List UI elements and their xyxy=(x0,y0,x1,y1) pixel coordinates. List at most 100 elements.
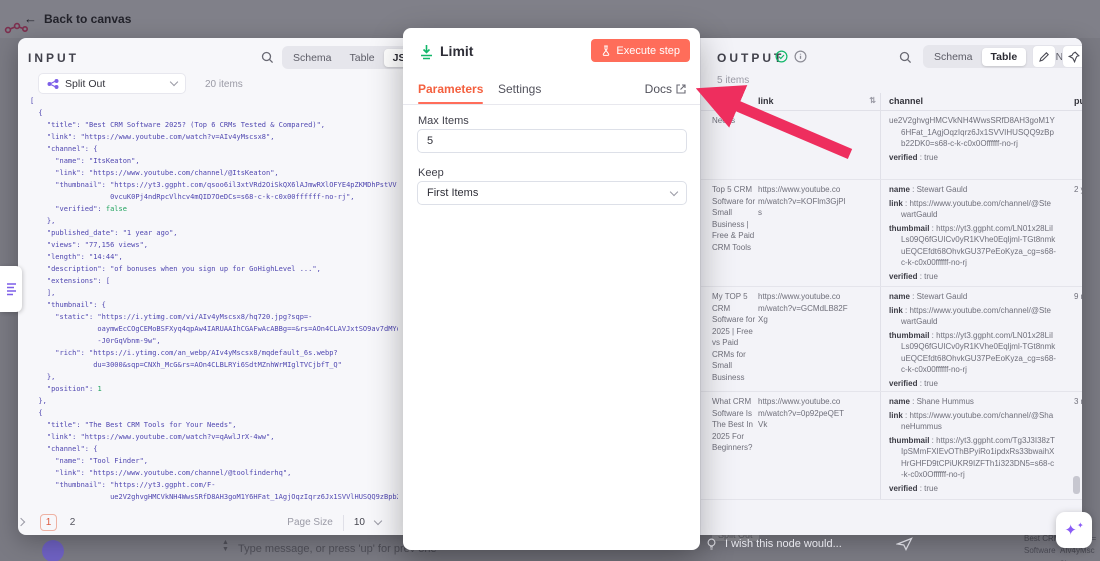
page-1-button[interactable]: 1 xyxy=(40,514,57,531)
cell-link xyxy=(758,111,853,179)
ai-assistant-button[interactable]: ✦✦ xyxy=(1056,512,1092,548)
cell-spacer xyxy=(853,180,880,286)
chevron-down-icon[interactable] xyxy=(374,517,382,525)
output-search-icon[interactable] xyxy=(899,51,912,69)
next-page-icon[interactable] xyxy=(17,518,25,526)
output-tab-table[interactable]: Table xyxy=(982,48,1027,66)
flask-icon xyxy=(601,45,611,56)
cell-spacer xyxy=(853,287,880,391)
json-line: "name": "ItsKeaton", xyxy=(30,155,398,167)
cell-published: 2 y xyxy=(1062,180,1082,286)
input-panel-title: INPUT xyxy=(28,51,79,65)
input-search-icon[interactable] xyxy=(261,51,274,69)
json-line: du=3000&sqp=CNXh_McG&rs=AOn4CLBLRYi6SdtM… xyxy=(30,359,398,371)
page-size-value[interactable]: 10 xyxy=(354,517,365,528)
cell-spacer xyxy=(853,392,880,499)
tab-settings[interactable]: Settings xyxy=(498,82,541,96)
wish-placeholder[interactable]: I wish this node would... xyxy=(725,538,842,550)
column-header-link[interactable]: link xyxy=(758,93,853,110)
info-icon[interactable] xyxy=(794,50,807,68)
json-line: "views": "77,156 views", xyxy=(30,239,398,251)
json-line: }, xyxy=(30,215,398,227)
column-header-published[interactable]: pub xyxy=(1062,93,1082,110)
json-line: }, xyxy=(30,395,398,407)
json-code[interactable]: [ { "title": "Best CRM Software 2025? (T… xyxy=(30,95,398,507)
json-line: -J0rGqVbnm-9w", xyxy=(30,335,398,347)
json-line: "verified": false xyxy=(30,203,398,215)
cell-channel: name : Stewart Gauldlink : https://www.y… xyxy=(880,180,1062,286)
keep-select[interactable]: First Items xyxy=(417,181,687,205)
json-line: "name": "Tool Finder", xyxy=(30,455,398,467)
json-line: "position": 1 xyxy=(30,383,398,395)
cell-link: https://www.youtube.com/watch?v=0p92peQE… xyxy=(758,392,853,499)
external-link-icon xyxy=(676,84,686,94)
json-line: "channel": { xyxy=(30,143,398,155)
json-line: 0vcuK0Pj4ndRpcVlhcv4mQID7OeDCs=s68-c-k-c… xyxy=(30,191,398,203)
cell-published: 9 m xyxy=(1062,287,1082,391)
json-line: "link": "https://www.youtube.com/watch?v… xyxy=(30,431,398,443)
output-scrollbar-thumb[interactable] xyxy=(1073,476,1080,494)
column-header-channel[interactable]: channel xyxy=(880,93,1062,110)
table-row[interactable]: Top 5 CRM Software for Small Business | … xyxy=(701,180,1082,287)
input-source-select[interactable]: Split Out xyxy=(38,73,186,94)
list-icon xyxy=(6,282,17,296)
node-wish-bar[interactable]: I wish this node would... xyxy=(706,537,913,551)
table-row[interactable]: Needs ue2V2ghvgHMCVkNH4WwsSRfD8AH3goM1Y6H… xyxy=(701,111,1082,180)
divider xyxy=(343,515,344,531)
output-panel: OUTPUT Schema Table JSON xyxy=(700,38,1082,535)
keep-label: Keep xyxy=(418,167,444,179)
json-line: "channel": { xyxy=(30,443,398,455)
input-pagination: 1 2 Page Size 10 xyxy=(18,512,403,535)
max-items-input[interactable] xyxy=(417,129,687,153)
background-chat-avatar xyxy=(42,540,64,561)
back-arrow-icon: ← xyxy=(24,11,37,26)
cell-title: Top 5 CRM Software for Small Business | … xyxy=(712,180,758,286)
execute-step-label: Execute step xyxy=(616,45,680,57)
page-2-button[interactable]: 2 xyxy=(64,514,81,531)
json-line: "length": "14:44", xyxy=(30,251,398,263)
sort-icon[interactable]: ⇅ xyxy=(853,93,880,110)
json-line: [ xyxy=(30,95,398,107)
tab-parameters[interactable]: Parameters xyxy=(418,82,483,96)
back-to-canvas-button[interactable]: ← Back to canvas xyxy=(24,11,131,26)
output-tab-schema[interactable]: Schema xyxy=(925,48,982,66)
docs-label: Docs xyxy=(645,82,672,96)
cell-channel: name : Stewart Gauldlink : https://www.y… xyxy=(880,287,1062,391)
cell-link: https://www.youtube.com/watch?v=GCMdLB82… xyxy=(758,287,853,391)
json-line: "rich": "https://i.ytimg.com/an_webp/AIv… xyxy=(30,347,398,359)
execute-step-button[interactable]: Execute step xyxy=(591,39,690,62)
table-row[interactable]: What CRM Software Is The Best In 2025 Fo… xyxy=(701,392,1082,500)
input-items-count: 20 items xyxy=(205,79,243,90)
input-tab-schema[interactable]: Schema xyxy=(284,49,341,67)
json-line: "thumbnail": "https://yt3.ggpht.com/qsoo… xyxy=(30,179,398,191)
limit-node-icon xyxy=(418,43,435,65)
limit-node-modal: Limit Execute step Parameters Settings D… xyxy=(403,28,700,550)
cell-title: Needs xyxy=(712,111,758,179)
json-line: }, xyxy=(30,371,398,383)
column-header-title[interactable]: title xyxy=(712,93,758,110)
json-line: "static": "https://i.ytimg.com/vi/AIv4yM… xyxy=(30,311,398,323)
split-out-node-icon xyxy=(47,78,59,90)
send-icon[interactable] xyxy=(896,537,913,551)
docs-link[interactable]: Docs xyxy=(645,82,686,96)
cell-link: https://www.youtube.com/watch?v=KOFlm3Gj… xyxy=(758,180,853,286)
table-row[interactable]: My TOP 5 CRM Software for 2025 | Free vs… xyxy=(701,287,1082,392)
json-line: "description": "of bonuses when you sign… xyxy=(30,263,398,275)
pin-icon xyxy=(1068,51,1080,63)
chevron-down-icon xyxy=(670,187,678,195)
input-source-select-value: Split Out xyxy=(65,78,165,90)
max-items-label: Max Items xyxy=(418,115,469,127)
pin-data-button[interactable] xyxy=(1062,45,1082,68)
json-line: "extensions": [ xyxy=(30,275,398,287)
json-line: "published_date": "1 year ago", xyxy=(30,227,398,239)
json-line: oaymwEcCOgCEMoBSFXyq4qpAw4IARUAAIhCGAFwA… xyxy=(30,323,398,335)
cell-spacer xyxy=(853,111,880,179)
node-modal-tabs: Parameters Settings Docs xyxy=(403,76,700,105)
json-line: "link": "https://www.youtube.com/channel… xyxy=(30,467,398,479)
expand-side-panel-handle[interactable] xyxy=(0,266,22,312)
edit-output-button[interactable] xyxy=(1032,45,1056,68)
output-table-header: title link ⇅ channel pub xyxy=(701,93,1082,111)
input-tab-table[interactable]: Table xyxy=(341,49,384,67)
cell-channel: ue2V2ghvgHMCVkNH4WwsSRfD8AH3goM1Y6HFat_1… xyxy=(880,111,1062,179)
cell-title: What CRM Software Is The Best In 2025 Fo… xyxy=(712,392,758,499)
